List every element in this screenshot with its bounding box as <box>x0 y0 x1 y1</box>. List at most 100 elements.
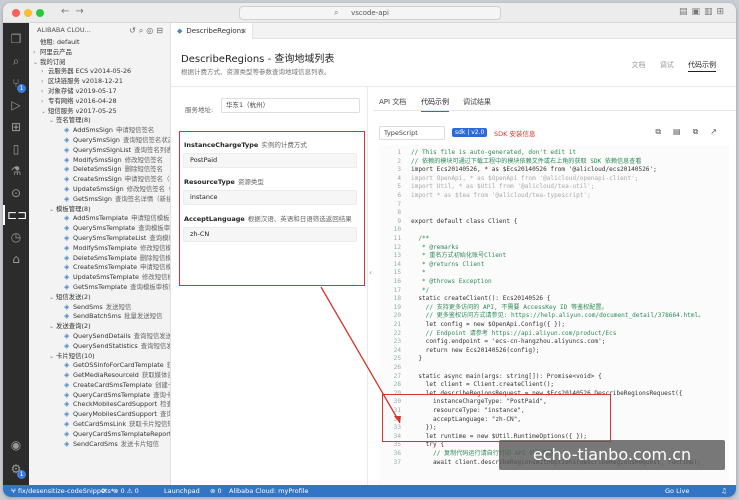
tab-debug-result[interactable]: 调试结果 <box>463 97 491 107</box>
tree-description: 查询... <box>159 410 170 419</box>
tab-close-icon[interactable]: × <box>241 23 247 39</box>
sync-icon[interactable]: ⟳ <box>101 485 106 497</box>
api-item[interactable]: ◈DeleteSmsTemplate删除短信模板 <box>29 254 170 264</box>
api-method-icon: ◈ <box>64 273 70 282</box>
command-center[interactable]: ⌕ vscode-api <box>239 6 501 20</box>
view-tab-docs[interactable]: 文档 <box>632 61 646 69</box>
tree-label: 云服务器 ECS v2014-05-26 <box>48 67 132 76</box>
close-window-button[interactable] <box>12 9 20 17</box>
tree-group[interactable]: ⌄ 短信发送(2) <box>29 293 170 303</box>
api-item[interactable]: ◈GetSmsTemplate查询模板审核详情 <box>29 283 170 293</box>
minimize-window-button[interactable] <box>24 9 32 17</box>
line-number: 2 <box>397 157 401 165</box>
api-item[interactable]: ◈UpdateSmsTemplate修改短信模板 <box>29 273 170 283</box>
run-debug-icon[interactable]: ▷ <box>3 95 29 115</box>
explorer-icon[interactable]: ❐ <box>3 29 29 49</box>
account-icon[interactable]: ◉ <box>3 435 29 455</box>
line-number: 25 <box>393 355 401 363</box>
testing-icon[interactable]: ⚗ <box>3 161 29 181</box>
sidebar-toolbar[interactable]: ↺⌕◎⊟ <box>129 23 166 38</box>
settings-gear-icon[interactable]: ⚙ 1 <box>3 459 29 479</box>
api-item[interactable]: ◈QuerySendStatistics查询短信发送统计 <box>29 342 170 352</box>
code-line: 5 import Util, * as $Util from '@alicloud… <box>379 183 594 192</box>
tree-group[interactable]: ⌄ 我的订阅 <box>29 58 170 68</box>
layout-controls[interactable]: ▤▣▥⊞ <box>679 7 728 17</box>
launchpad-button[interactable]: Launchpad <box>164 485 200 497</box>
window-controls <box>12 9 48 19</box>
problems-count[interactable]: ⊗ 0 ⚠ 0 <box>113 485 139 497</box>
view-tab-debug[interactable]: 调试 <box>660 61 674 69</box>
tree-group[interactable]: 他租: default <box>29 38 170 48</box>
cloud-account[interactable]: Alibaba Cloud: myProfile <box>229 485 309 497</box>
ports-count[interactable]: ⊚ 0 <box>210 485 222 497</box>
tree-label: 阿里云产品 <box>40 47 72 56</box>
api-item[interactable]: ◈CreateCardSmsTemplate创建卡... <box>29 381 170 391</box>
api-item[interactable]: ◈GetMediaResourceId获取媒体资源ID <box>29 371 170 381</box>
tab-api-docs[interactable]: API 文档 <box>379 97 406 107</box>
code-line: 14 * @returns Client <box>379 261 485 270</box>
notifications-icon[interactable]: ♫ <box>721 485 727 497</box>
history-arrows[interactable]: ←→ <box>61 6 90 17</box>
api-item[interactable]: ◈QueryCardSmsTemplate查询卡片... <box>29 391 170 401</box>
api-item[interactable]: ◈GetOSSInfoForCardTemplate获... <box>29 361 170 371</box>
api-item[interactable]: ◈GetSmsSign查询签名详情（新接口） <box>29 195 170 205</box>
tree-label: GetSmsTemplate <box>73 282 128 291</box>
accept-language-input[interactable]: zh-CN <box>183 227 357 242</box>
tree-group[interactable]: ⌄ 签名管理(8) <box>29 116 170 126</box>
tree-group[interactable]: › 阿里云产品 <box>29 48 170 58</box>
extensions-icon[interactable]: ⊞ <box>3 117 29 137</box>
api-item[interactable]: ◈QuerySmsTemplate查询模板审核状态 <box>29 224 170 234</box>
region-select[interactable]: 华东1（杭州） <box>221 98 360 113</box>
tree-group[interactable]: ⌄ 短信服务 v2017-05-25 <box>29 107 170 117</box>
api-item[interactable]: ◈ QuerySmsSign 查询短信签名状态 <box>29 136 170 146</box>
tree-group[interactable]: › 区块链服务 v2018-12-21 <box>29 77 170 87</box>
api-item[interactable]: ◈UpdateSmsSign修改短信签名（新... <box>29 185 170 195</box>
tree-description: 批量发送短信 <box>124 312 163 321</box>
resource-type-input[interactable]: instance <box>183 190 357 205</box>
timeline-icon[interactable]: ◷ <box>3 227 29 247</box>
api-item[interactable]: ◈ AddSmsSign 申请短信签名 <box>29 126 170 136</box>
remote-explorer-icon[interactable]: ⌂ <box>3 249 29 269</box>
api-item[interactable]: ◈ AddSmsTemplate 申请短信模板 <box>29 214 170 224</box>
tree-group[interactable]: › 专有网络 v2016-04-28 <box>29 97 170 107</box>
source-control-icon[interactable]: ⑂ 1 <box>3 73 29 93</box>
api-item[interactable]: ◈ ModifySmsSign 修改短信签名 <box>29 156 170 166</box>
api-item[interactable]: ◈QueryMobilesCardSupport查询... <box>29 410 170 420</box>
go-live-button[interactable]: Go Live <box>665 485 689 497</box>
api-item[interactable]: ◈ SendCardSms 发送卡片短信 <box>29 440 170 450</box>
code-actions[interactable]: ⧉▤⧉↗ <box>655 127 729 137</box>
tree-group[interactable]: › 对象存储 v2019-05-17 <box>29 87 170 97</box>
tree-group[interactable]: ⌄ 发送查询(2) <box>29 322 170 332</box>
tree-group[interactable]: ⌄ 模板管理(8) <box>29 205 170 215</box>
tab-code-sample[interactable]: 代码示例 <box>421 97 449 112</box>
tree-label: CreateCardSmsTemplate <box>73 380 152 389</box>
api-item[interactable]: ◈CreateSmsTemplate申请短信模板 <box>29 263 170 273</box>
gitlens-icon[interactable]: ⊙ <box>3 183 29 203</box>
instance-charge-type-input[interactable]: PostPaid <box>183 153 357 168</box>
tree-group[interactable]: ⌄ 卡片短信(10) <box>29 352 170 362</box>
git-branch[interactable]: ⵖ fix/desensitize-codeSnippets* <box>11 485 114 497</box>
api-item[interactable]: ◈QuerySmsTemplateList查询模板... <box>29 234 170 244</box>
api-item[interactable]: ◈CreateSmsSign申请短信签名（新... <box>29 175 170 185</box>
api-item[interactable]: ◈CheckMobilesCardSupport检查... <box>29 400 170 410</box>
collapse-panel-icon[interactable]: ‹ <box>369 268 372 277</box>
api-item[interactable]: ◈ SendBatchSms 批量发送短信 <box>29 312 170 322</box>
language-select[interactable]: TypeScript <box>379 126 445 140</box>
api-item[interactable]: ◈ DeleteSmsSign 删除短信签名 <box>29 165 170 175</box>
api-item[interactable]: ◈ModifySmsTemplate修改短信模板 <box>29 244 170 254</box>
sdk-install-link[interactable]: SDK 安装信息 <box>494 128 535 138</box>
maximize-window-button[interactable] <box>36 9 44 17</box>
tree-label: ModifySmsTemplate <box>73 243 137 252</box>
alibaba-cloud-icon[interactable]: ⊏⊐ <box>3 205 29 225</box>
api-item[interactable]: ◈ SendSms 发送短信 <box>29 303 170 313</box>
bookmark-icon[interactable]: ▯ <box>3 139 29 159</box>
tab-describe-regions[interactable]: ◆ DescribeRegions × <box>171 23 253 39</box>
code-line: 11 /** <box>379 235 430 244</box>
api-item[interactable]: ◈QuerySendDetails查询短信发送详情 <box>29 332 170 342</box>
api-item[interactable]: ◈GetCardSmsLink获取卡片短信短链 <box>29 420 170 430</box>
api-item[interactable]: ◈QueryCardSmsTemplateReport... <box>29 430 170 440</box>
search-view-icon[interactable]: ⌕ <box>3 51 29 71</box>
view-tab-code[interactable]: 代码示例 <box>688 61 716 72</box>
tree-group[interactable]: › 云服务器 ECS v2014-05-26 <box>29 67 170 77</box>
api-item[interactable]: ◈QuerySmsSignList查询签名列表详情 <box>29 146 170 156</box>
